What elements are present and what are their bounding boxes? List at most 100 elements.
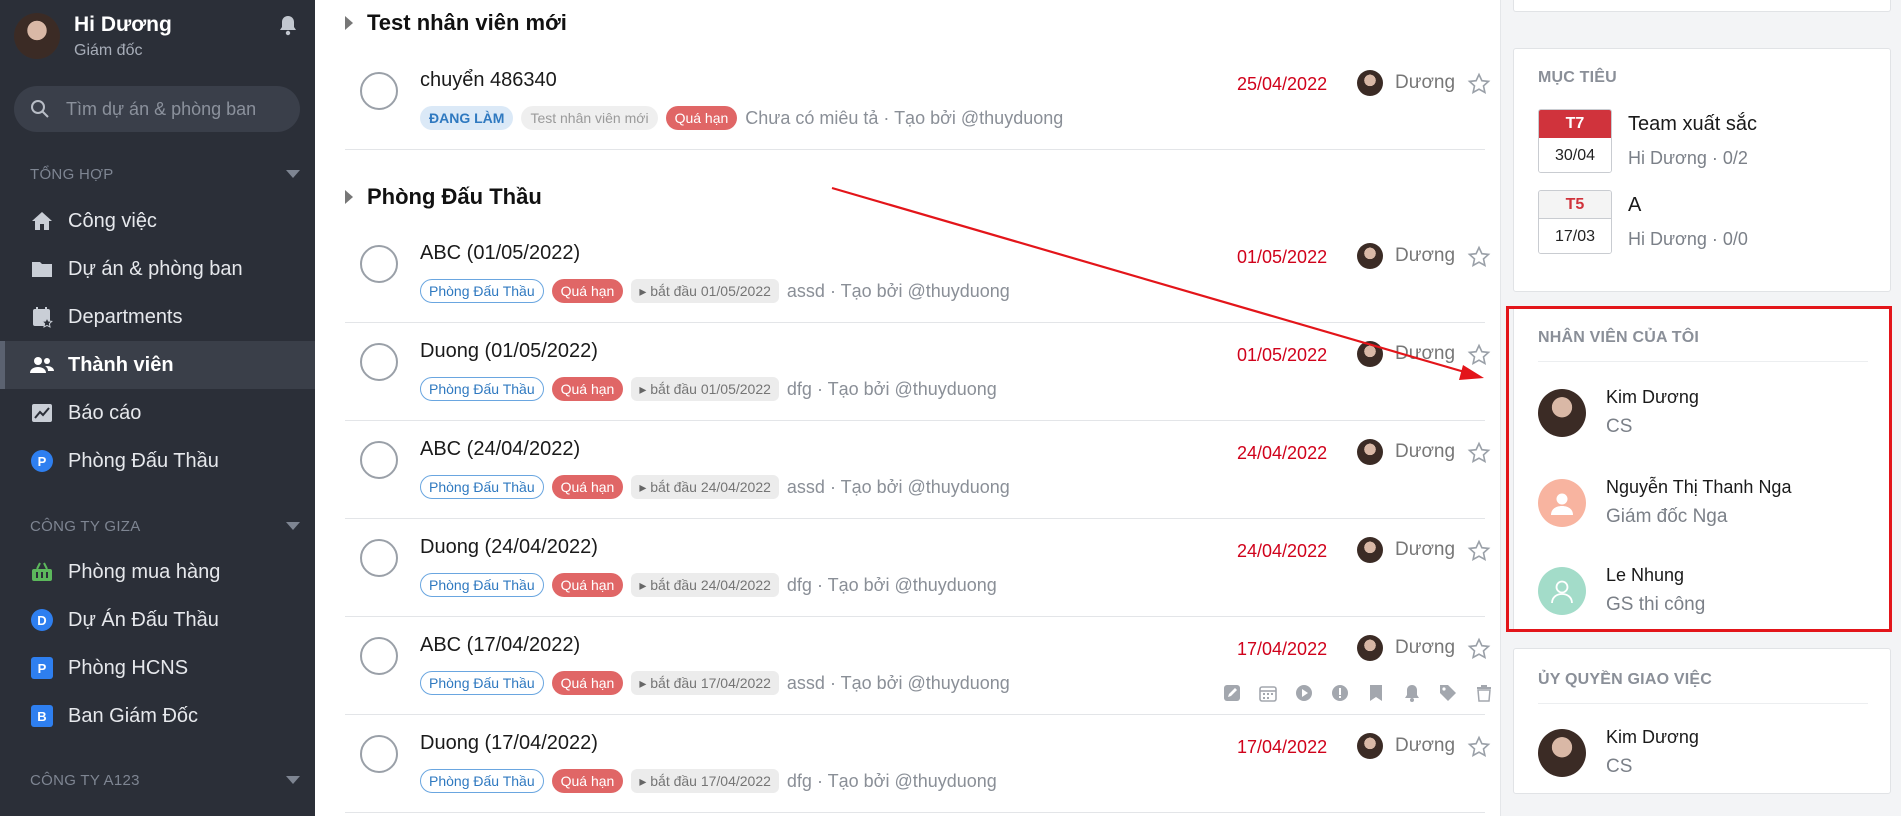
assignee-name: Dương: [1395, 539, 1456, 560]
goal-name[interactable]: Team xuất sắc: [1628, 113, 1757, 136]
sidebar-item-phong-mua-hang[interactable]: Phòng mua hàng: [0, 548, 315, 596]
goal-item[interactable]: T5 17/03 A Hi Dương · 0/0: [1538, 190, 1748, 254]
staff-item[interactable]: Le Nhung GS thi công: [1538, 565, 1705, 616]
task-checkbox[interactable]: [360, 735, 398, 773]
chevron-down-icon[interactable]: [286, 522, 300, 530]
section-cong-ty-a123[interactable]: CÔNG TY A123: [30, 772, 300, 789]
task-title[interactable]: ABC (24/04/2022): [420, 438, 580, 461]
task-checkbox[interactable]: [360, 637, 398, 675]
sidebar-item-ban-giam-doc[interactable]: B Ban Giám Đốc: [0, 692, 315, 740]
sidebar-item-phong-hcns[interactable]: P Phòng HCNS: [0, 644, 315, 692]
staff-item[interactable]: Nguyễn Thị Thanh Nga Giám đốc Nga: [1538, 477, 1791, 528]
task-row[interactable]: ABC (01/05/2022) Phòng Đấu Thầu Quá hạn …: [345, 225, 1491, 323]
assignee[interactable]: Dương: [1357, 439, 1455, 465]
section-tong-hop[interactable]: TỔNG HỢP: [30, 166, 300, 183]
task-row[interactable]: ABC (17/04/2022) Phòng Đấu Thầu Quá hạn …: [345, 617, 1491, 715]
due-date: 01/05/2022: [1237, 247, 1328, 267]
task-description: dfg · Tạo bởi @thuyduong: [786, 378, 997, 399]
star-icon[interactable]: [1467, 343, 1491, 367]
chevron-down-icon[interactable]: [286, 776, 300, 784]
star-icon[interactable]: [1467, 72, 1491, 96]
project-badge[interactable]: Phòng Đấu Thầu: [420, 475, 544, 499]
task-checkbox[interactable]: [360, 245, 398, 283]
task-row[interactable]: ABC (24/04/2022) Phòng Đấu Thầu Quá hạn …: [345, 421, 1491, 519]
project-badge[interactable]: Phòng Đấu Thầu: [420, 573, 544, 597]
task-title[interactable]: Duong (24/04/2022): [420, 536, 598, 559]
assignee[interactable]: Dương: [1357, 733, 1455, 759]
task-checkbox[interactable]: [360, 72, 398, 110]
project-badge[interactable]: Phòng Đấu Thầu: [420, 769, 544, 793]
label-badge: Test nhân viên mới: [521, 106, 658, 130]
sidebar-item-phong-dau-thau[interactable]: P Phòng Đấu Thầu: [0, 437, 315, 485]
task-row[interactable]: Duong (01/05/2022) Phòng Đấu Thầu Quá hạ…: [345, 323, 1491, 421]
task-checkbox[interactable]: [360, 539, 398, 577]
staff-name: Kim Dương: [1606, 387, 1699, 407]
assignee-name: Dương: [1395, 441, 1456, 462]
overdue-badge: Quá hạn: [551, 279, 624, 303]
trash-icon[interactable]: [1472, 681, 1495, 704]
assignee[interactable]: Dương: [1357, 635, 1455, 661]
task-row[interactable]: Duong (17/04/2022) Phòng Đấu Thầu Quá hạ…: [345, 715, 1491, 813]
sidebar-item-bao-cao[interactable]: Báo cáo: [0, 389, 315, 437]
staff-item[interactable]: Kim Dương CS: [1538, 387, 1699, 438]
sidebar-item-thanh-vien[interactable]: Thành viên: [0, 341, 315, 389]
assignee[interactable]: Dương: [1357, 341, 1455, 367]
task-title[interactable]: Duong (01/05/2022): [420, 340, 598, 363]
start-date-badge: bắt đầu 17/04/2022: [631, 671, 779, 695]
sidebar-item-label: Báo cáo: [68, 401, 142, 424]
star-icon[interactable]: [1467, 245, 1491, 269]
group-header[interactable]: Phòng Đấu Thầu: [345, 184, 542, 210]
task-row[interactable]: chuyển 486340 ĐANG LÀM Test nhân viên mớ…: [345, 52, 1491, 150]
assignee-name: Dương: [1395, 72, 1456, 93]
play-icon[interactable]: [1292, 681, 1315, 704]
assignee[interactable]: Dương: [1357, 70, 1455, 96]
search-input[interactable]: [66, 98, 286, 120]
bookmark-icon[interactable]: [1364, 681, 1387, 704]
goal-item[interactable]: T7 30/04 Team xuất sắc Hi Dương · 0/2: [1538, 109, 1757, 173]
section-cong-ty-giza[interactable]: CÔNG TY GIZA: [30, 518, 300, 535]
project-badge[interactable]: Phòng Đấu Thầu: [420, 377, 544, 401]
alert-icon[interactable]: [1328, 681, 1351, 704]
user-profile[interactable]: Hi Dương Giám đốc: [14, 12, 172, 60]
task-title[interactable]: ABC (17/04/2022): [420, 634, 580, 657]
calendar-icon[interactable]: [1256, 681, 1279, 704]
edit-icon[interactable]: [1220, 681, 1243, 704]
task-title[interactable]: ABC (01/05/2022): [420, 242, 580, 265]
project-badge[interactable]: Phòng Đấu Thầu: [420, 279, 544, 303]
task-checkbox[interactable]: [360, 441, 398, 479]
bell-icon[interactable]: [1400, 681, 1423, 704]
tag-icon[interactable]: [1436, 681, 1459, 704]
group-header[interactable]: Test nhân viên mới: [345, 10, 567, 36]
project-card-partial: [1513, 0, 1891, 12]
overdue-badge: Quá hạn: [551, 573, 624, 597]
delegate-item[interactable]: Kim Dương CS: [1538, 727, 1699, 778]
star-icon[interactable]: [1467, 735, 1491, 759]
task-row[interactable]: Duong (24/04/2022) Phòng Đấu Thầu Quá hạ…: [345, 519, 1491, 617]
chevron-down-icon[interactable]: [286, 170, 300, 178]
project-badge[interactable]: Phòng Đấu Thầu: [420, 671, 544, 695]
sidebar-item-du-an[interactable]: Dự án & phòng ban: [0, 245, 315, 293]
task-title[interactable]: chuyển 486340: [420, 69, 557, 92]
star-icon[interactable]: [1467, 441, 1491, 465]
task-list: Test nhân viên mới chuyển 486340 ĐANG LÀ…: [315, 0, 1500, 816]
star-icon[interactable]: [1467, 539, 1491, 563]
caret-right-icon[interactable]: [345, 190, 353, 204]
avatar: [1357, 243, 1383, 269]
avatar: [1357, 635, 1383, 661]
task-checkbox[interactable]: [360, 343, 398, 381]
sidebar-item-departments[interactable]: Departments: [0, 293, 315, 341]
divider: [1538, 703, 1868, 704]
sidebar-item-cong-viec[interactable]: Công việc: [0, 197, 315, 245]
task-description: assd · Tạo bởi @thuyduong: [786, 672, 1010, 693]
goal-date: T5 17/03: [1538, 190, 1612, 254]
search-icon: [31, 100, 49, 118]
search-box[interactable]: [14, 86, 300, 132]
sidebar-item-du-an-dau-thau[interactable]: D Dự Án Đấu Thầu: [0, 596, 315, 644]
goal-name[interactable]: A: [1628, 194, 1748, 217]
assignee[interactable]: Dương: [1357, 537, 1455, 563]
caret-right-icon[interactable]: [345, 16, 353, 30]
bell-icon[interactable]: [278, 14, 298, 36]
assignee[interactable]: Dương: [1357, 243, 1455, 269]
task-title[interactable]: Duong (17/04/2022): [420, 732, 598, 755]
star-icon[interactable]: [1467, 637, 1491, 661]
